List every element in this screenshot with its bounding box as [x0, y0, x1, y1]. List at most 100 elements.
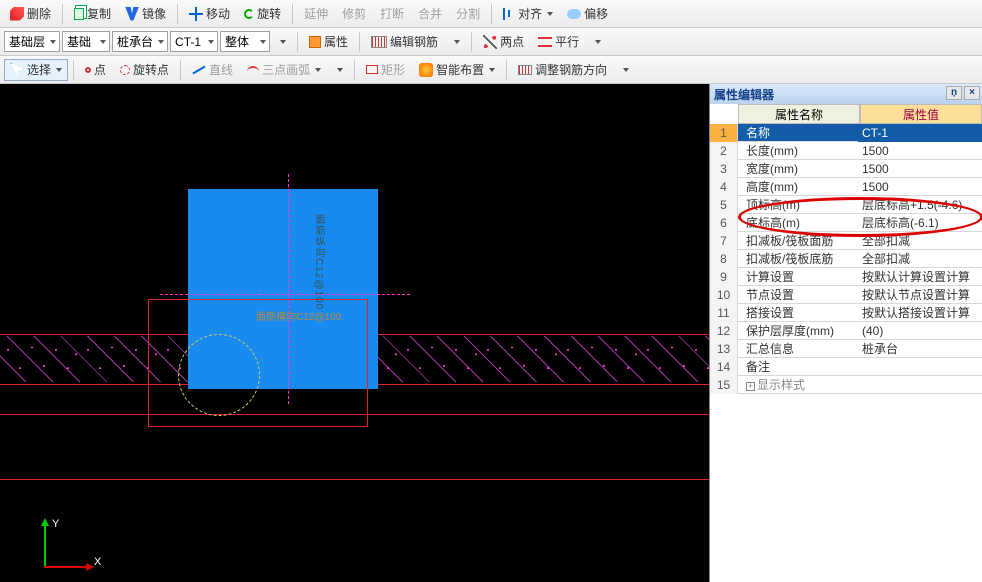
mirror-icon — [125, 7, 139, 21]
canvas-element-label: 面筋横向C12@100 — [256, 308, 341, 323]
copy-button[interactable]: 复制 — [68, 3, 117, 25]
property-value[interactable]: 1500 — [858, 178, 982, 196]
property-value[interactable]: 按默认计算设置计算 — [858, 268, 982, 286]
smart-place-button[interactable]: 智能布置 — [413, 59, 501, 81]
merge-button[interactable]: 合并 — [412, 3, 448, 25]
property-value[interactable] — [858, 358, 982, 376]
two-point-button[interactable]: 两点 — [477, 31, 530, 53]
cloud-icon — [567, 9, 581, 19]
scope-extra[interactable] — [272, 31, 292, 53]
scope-combo[interactable]: 整体 — [220, 31, 270, 52]
property-value[interactable]: 桩承台 — [858, 340, 982, 358]
rotate-button[interactable]: 旋转 — [238, 3, 287, 25]
properties-button[interactable]: 属性 — [303, 31, 354, 53]
element-name-combo[interactable]: CT-1 — [170, 31, 218, 52]
property-value[interactable]: 按默认节点设置计算 — [858, 286, 982, 304]
property-row[interactable]: 10节点设置按默认节点设置计算 — [710, 286, 982, 304]
property-value[interactable]: 1500 — [858, 142, 982, 160]
column-header-name[interactable]: 属性名称 — [738, 104, 860, 124]
property-row[interactable]: 4高度(mm)1500 — [710, 178, 982, 196]
axis-x — [44, 566, 92, 568]
arc-button[interactable]: 三点画弧 — [241, 59, 327, 81]
overflow-2[interactable] — [587, 31, 607, 53]
break-button[interactable]: 打断 — [374, 3, 410, 25]
two-point-icon — [483, 35, 497, 49]
property-row[interactable]: 13汇总信息桩承台 — [710, 340, 982, 358]
property-value[interactable]: 全部扣减 — [858, 232, 982, 250]
select-label: 选择 — [27, 61, 51, 78]
row-index: 11 — [710, 304, 738, 322]
delete-button[interactable]: 删除 — [4, 3, 57, 25]
rect-button[interactable]: 矩形 — [360, 59, 411, 81]
column-header-value[interactable]: 属性值 — [860, 104, 982, 124]
property-value[interactable]: 层底标高(-6.1) — [858, 214, 982, 232]
rotate-point-button[interactable]: 旋转点 — [114, 59, 175, 81]
trim-button[interactable]: 修剪 — [336, 3, 372, 25]
select-button[interactable]: 选择 — [4, 59, 68, 81]
pin-button[interactable]: ņ — [946, 86, 962, 100]
drawing-canvas[interactable]: 面筋横向C12@100 面筋纵向C12@100 Y X — [0, 84, 709, 582]
property-row[interactable]: 14备注 — [710, 358, 982, 376]
category-combo[interactable]: 基础 — [62, 31, 110, 52]
property-row[interactable]: 1名称CT-1 — [710, 124, 982, 142]
mirror-button[interactable]: 镜像 — [119, 3, 172, 25]
align-button[interactable]: 对齐 — [497, 3, 559, 25]
canvas-vertical-label: 面筋纵向C12@100 — [311, 214, 326, 310]
property-editor-panel: 属性编辑器 ņ × 属性名称 属性值 1名称CT-12长度(mm)15003宽度… — [709, 84, 982, 582]
extend-button[interactable]: 延伸 — [298, 3, 334, 25]
chevron-down-icon — [454, 40, 460, 44]
rotate-point-label: 旋转点 — [133, 61, 169, 78]
edit-rebar-button[interactable]: 编辑钢筋 — [365, 31, 444, 53]
merge-label: 合并 — [418, 5, 442, 22]
property-row[interactable]: 2长度(mm)1500 — [710, 142, 982, 160]
axis-y-label: Y — [52, 518, 59, 530]
separator — [297, 32, 298, 52]
separator — [491, 4, 492, 24]
line-button[interactable]: 直线 — [186, 59, 239, 81]
chevron-down-icon — [547, 12, 553, 16]
close-button[interactable]: × — [964, 86, 980, 100]
parallel-button[interactable]: 平行 — [532, 31, 585, 53]
arc-overflow[interactable] — [329, 59, 349, 81]
layer-combo[interactable]: 基础层 — [4, 31, 60, 52]
overflow-1[interactable] — [446, 31, 466, 53]
property-value[interactable]: 1500 — [858, 160, 982, 178]
property-row[interactable]: 6底标高(m)层底标高(-6.1) — [710, 214, 982, 232]
property-value[interactable]: CT-1 — [858, 124, 982, 142]
element-name-value: CT-1 — [175, 35, 201, 49]
property-row[interactable]: 8扣减板/筏板底筋全部扣减 — [710, 250, 982, 268]
subcategory-value: 桩承台 — [117, 33, 153, 50]
property-row[interactable]: 15+显示样式 — [710, 376, 982, 394]
overflow-3[interactable] — [615, 59, 635, 81]
delete-icon — [10, 7, 24, 21]
mirror-label: 镜像 — [142, 5, 166, 22]
rebar-direction-button[interactable]: 调整钢筋方向 — [512, 59, 613, 81]
point-button[interactable]: 点 — [79, 59, 112, 81]
separator — [292, 4, 293, 24]
property-row[interactable]: 5顶标高(m)层底标高+1.5(-4.6) — [710, 196, 982, 214]
property-row[interactable]: 3宽度(mm)1500 — [710, 160, 982, 178]
expand-icon[interactable]: + — [746, 382, 755, 391]
row-index: 5 — [710, 196, 738, 214]
property-value[interactable]: 全部扣减 — [858, 250, 982, 268]
property-row[interactable]: 12保护层厚度(mm)(40) — [710, 322, 982, 340]
align-icon — [503, 8, 515, 20]
chevron-down-icon — [50, 40, 56, 44]
property-name: 节点设置 — [738, 286, 858, 303]
panel-title-bar[interactable]: 属性编辑器 ņ × — [710, 84, 982, 104]
rotate-point-icon — [120, 65, 130, 75]
offset-button[interactable]: 偏移 — [561, 3, 614, 25]
subcategory-combo[interactable]: 桩承台 — [112, 31, 168, 52]
property-row[interactable]: 11搭接设置按默认搭接设置计算 — [710, 304, 982, 322]
property-value[interactable]: (40) — [858, 322, 982, 340]
property-row[interactable]: 9计算设置按默认计算设置计算 — [710, 268, 982, 286]
chevron-down-icon — [595, 40, 601, 44]
property-value[interactable]: 层底标高+1.5(-4.6) — [858, 196, 982, 214]
chevron-down-icon — [337, 68, 343, 72]
property-row[interactable]: 7扣减板/筏板面筋全部扣减 — [710, 232, 982, 250]
property-value[interactable]: 按默认搭接设置计算 — [858, 304, 982, 322]
move-button[interactable]: 移动 — [183, 3, 236, 25]
split-button[interactable]: 分割 — [450, 3, 486, 25]
chevron-down-icon — [260, 40, 266, 44]
property-value[interactable] — [858, 376, 982, 394]
